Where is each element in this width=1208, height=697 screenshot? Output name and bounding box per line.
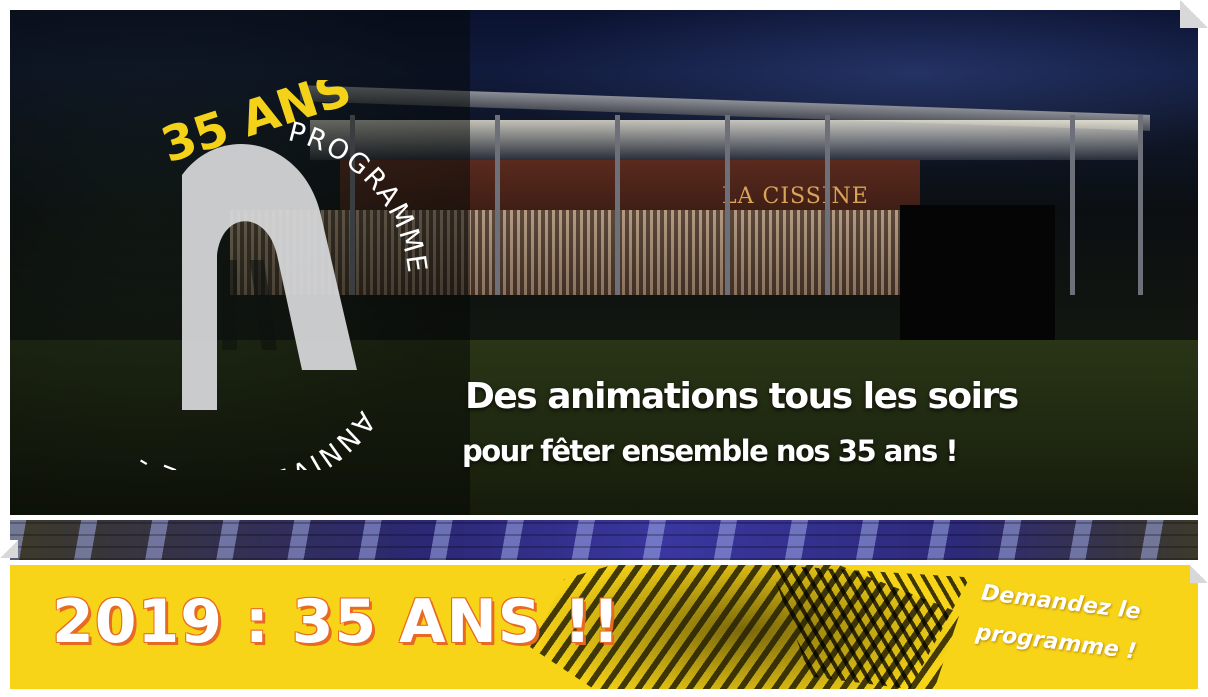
grandstand-pillar xyxy=(825,115,830,295)
logo-arc-anniversary: ANNIVERSAIRE - xyxy=(129,406,381,470)
hero-subheadline: pour fêter ensemble nos 35 ans ! xyxy=(462,434,959,468)
grandstand-pillar xyxy=(725,115,730,295)
decorative-strip xyxy=(10,520,1198,560)
hero-headline: Des animations tous les soirs xyxy=(465,376,1019,417)
banner-title: 2019 : 35 ANS !! xyxy=(52,587,621,657)
stone-texture xyxy=(10,520,1198,560)
grandstand-pillar xyxy=(1070,115,1075,295)
venue-sign: LA CISSINE xyxy=(722,184,869,209)
request-program-link[interactable]: Demandez le programme ! xyxy=(945,570,1170,689)
arch-emblem-icon xyxy=(182,143,357,410)
anniversary-logo: 35 ANS PROGRAMME ANNIVERSAIRE - xyxy=(129,80,430,470)
grandstand-pillar xyxy=(615,115,620,295)
hero-banner[interactable]: LA CISSINE 35 ANS PROGRAMME ANNIVERSAIRE… xyxy=(10,10,1198,515)
dark-tower xyxy=(900,205,1055,345)
anniversary-banner[interactable]: 2019 : 35 ANS !! Demandez le programme ! xyxy=(10,565,1198,689)
page-curl-icon xyxy=(0,540,18,558)
page-curl-icon xyxy=(1180,0,1208,28)
grandstand-pillar xyxy=(495,115,500,295)
page-curl-icon xyxy=(1190,565,1208,583)
grandstand-pillar xyxy=(1138,115,1143,295)
